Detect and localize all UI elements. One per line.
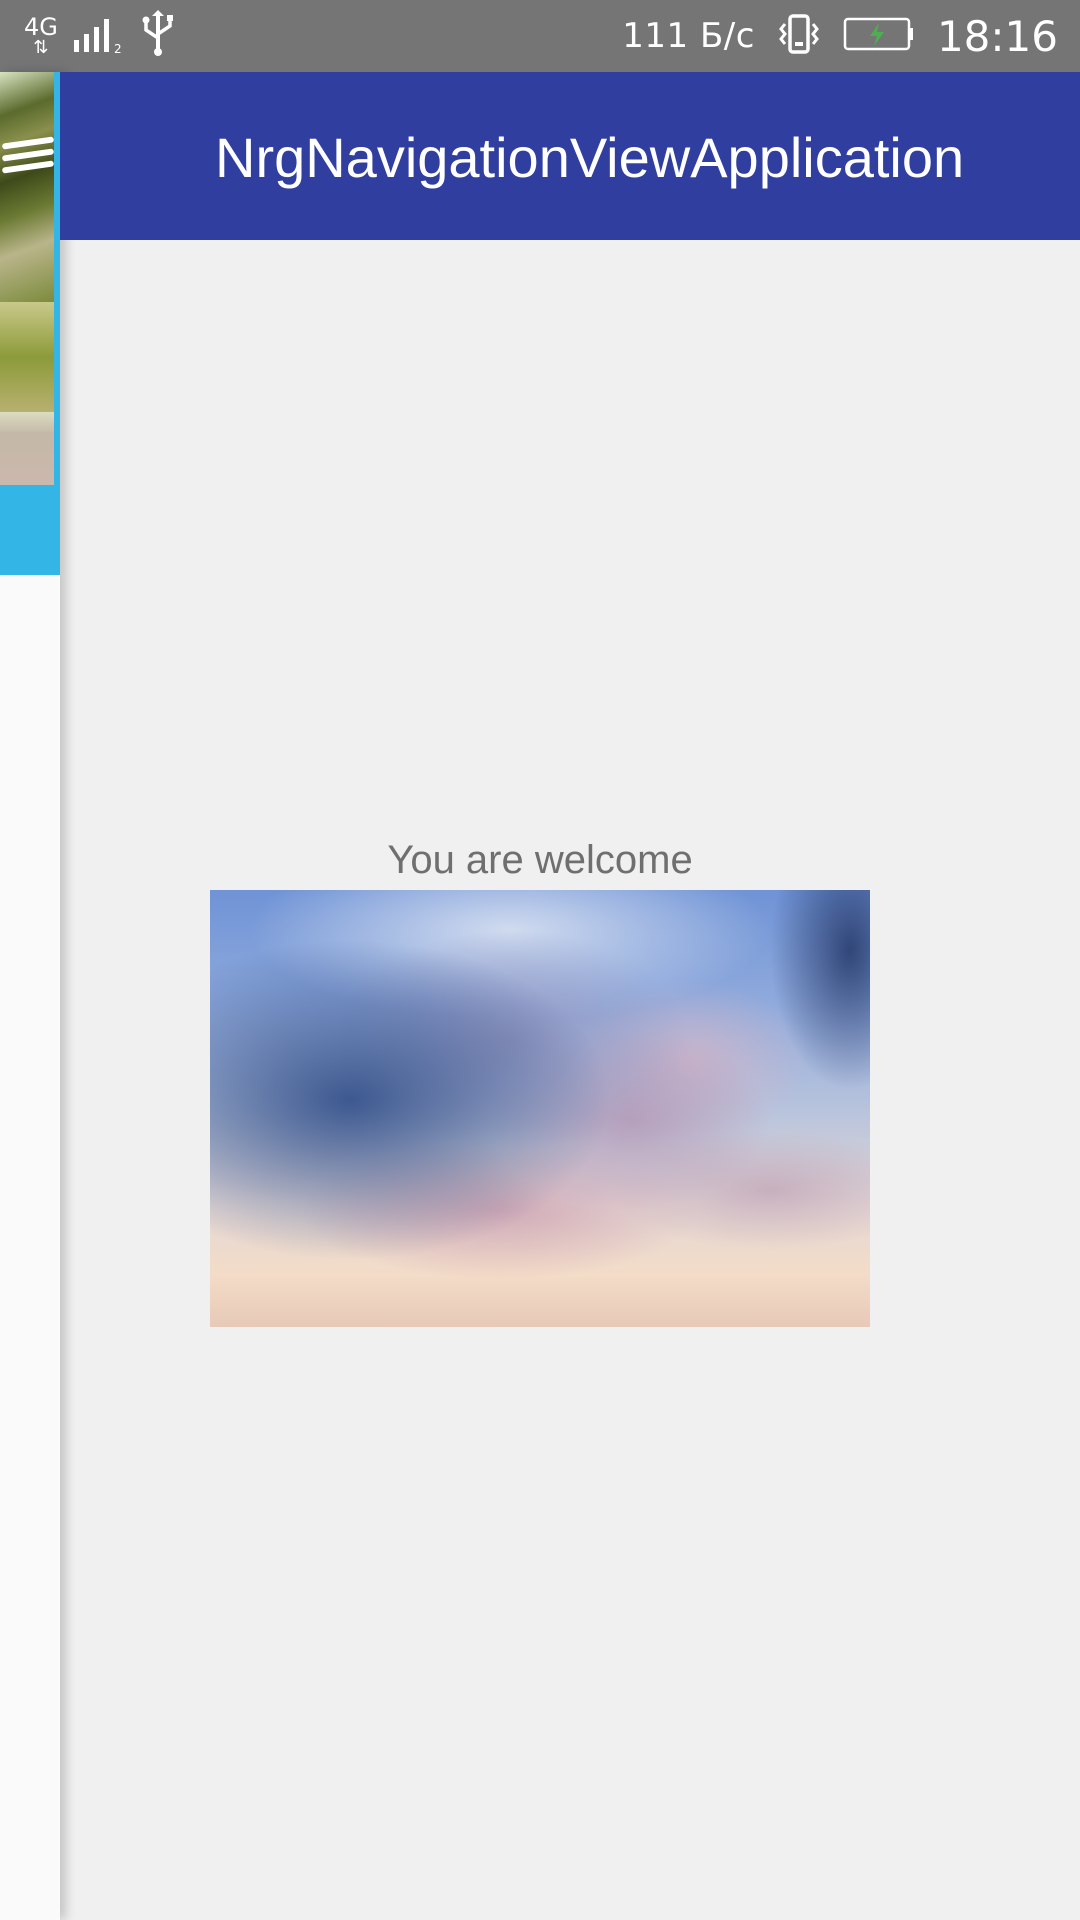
- vibrate-icon: [777, 12, 821, 61]
- trees-image-region: [0, 72, 54, 302]
- status-bar-right: 111 Б/с 18:16: [622, 0, 1058, 72]
- usb-icon: [138, 9, 178, 63]
- toolbar-title: NrgNavigationViewApplication: [215, 126, 965, 189]
- signal-icon: 2: [72, 14, 124, 59]
- sky-with-clouds-image: [210, 890, 870, 1327]
- clock: 18:16: [936, 11, 1058, 61]
- status-bar: 4G ⇅ 2 111 Б/с 18:16: [0, 0, 1080, 72]
- grass-image-region: [0, 302, 54, 412]
- network-speed: 111 Б/с: [622, 16, 755, 56]
- status-bar-left: 4G ⇅ 2: [24, 9, 178, 63]
- path-image-region: [0, 412, 54, 485]
- network-indicator: 4G ⇅: [24, 15, 58, 57]
- hamburger-menu-icon[interactable]: [0, 120, 60, 180]
- app-toolbar: NrgNavigationViewApplication: [60, 72, 1080, 240]
- welcome-text: You are welcome: [387, 838, 693, 882]
- battery-charging-icon: [843, 16, 915, 57]
- data-arrows-icon: ⇅: [33, 37, 49, 58]
- navigation-drawer[interactable]: [0, 72, 60, 1920]
- network-type-label: 4G: [24, 13, 58, 41]
- svg-text:2: 2: [114, 42, 122, 54]
